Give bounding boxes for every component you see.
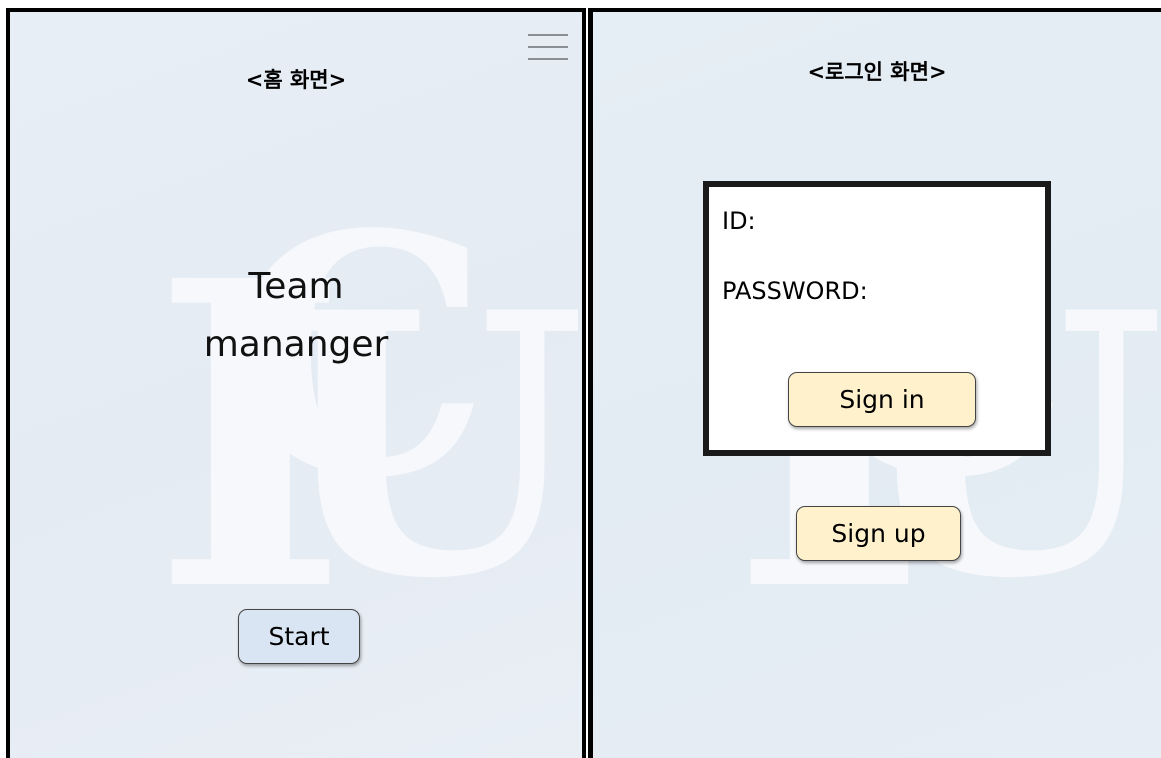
login-screen-title: <로그인 화면>	[807, 60, 947, 84]
password-field-label[interactable]: PASSWORD:	[722, 277, 868, 305]
app-name-line1: Team	[248, 266, 344, 307]
hamburger-menu-icon[interactable]	[528, 32, 568, 62]
home-screen-panel: I C U <홈 화면> Team mananger Start	[6, 8, 586, 758]
sign-in-button[interactable]: Sign in	[788, 372, 976, 427]
home-screen-title: <홈 화면>	[245, 68, 347, 92]
app-name-line2: mananger	[203, 324, 389, 365]
sign-up-button[interactable]: Sign up	[796, 506, 961, 561]
login-screen-panel: I C U <로그인 화면> ID: PASSWORD: Sign in Sig…	[588, 8, 1161, 758]
start-button[interactable]: Start	[238, 609, 360, 664]
id-field-label[interactable]: ID:	[722, 207, 756, 235]
app-name: Team mananger	[10, 258, 582, 374]
